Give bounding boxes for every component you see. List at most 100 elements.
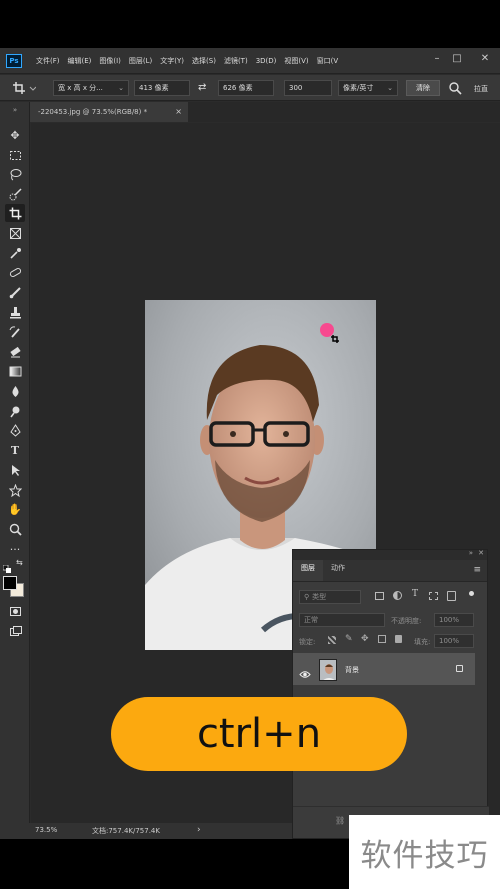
healing-brush-tool-icon[interactable] [5,263,25,281]
straighten-icon[interactable] [448,81,462,97]
menu-file[interactable]: 文件(F) [32,56,64,66]
filter-toggle-icon[interactable] [469,591,474,596]
hand-tool-icon[interactable]: ✋ [5,500,25,518]
eyedropper-tool-icon[interactable] [5,244,25,262]
tab-layers[interactable]: 图层 [293,559,323,581]
menu-layer[interactable]: 图层(L) [125,56,156,66]
document-tab-bar: -220453.jpg @ 73.5%(RGB/8) * × [30,102,500,122]
lock-artboard-icon[interactable] [378,635,386,643]
link-layers-icon[interactable]: ⛓ [335,816,345,825]
resolution-input[interactable]: 300 [284,80,332,96]
crop-tool-preset-icon[interactable] [12,81,37,95]
layer-name[interactable]: 背景 [345,665,359,675]
ratio-select-value: 宽 x 高 x 分... [58,84,103,92]
default-colors-icon[interactable] [2,558,11,573]
menu-edit[interactable]: 编辑(E) [64,56,96,66]
move-tool-icon[interactable]: ✥ [5,126,25,144]
collapse-panel-icon[interactable]: » [469,549,473,557]
chevron-down-icon: ⌄ [387,84,393,92]
minimize-icon[interactable]: – [428,52,446,66]
eraser-tool-icon[interactable] [5,342,25,360]
path-selection-tool-icon[interactable] [5,461,25,479]
layer-thumbnail [319,659,337,681]
watermark: 软件技巧 [349,815,500,889]
visibility-eye-icon[interactable] [299,664,311,683]
crop-cursor-icon [319,322,341,344]
document-tab[interactable]: -220453.jpg @ 73.5%(RGB/8) * × [30,102,188,122]
options-bar: 宽 x 高 x 分... ⌄ 413 像素 ⇄ 626 像素 300 像素/英寸… [0,75,500,101]
menu-filter[interactable]: 滤镜(T) [220,56,252,66]
close-tab-icon[interactable]: × [175,107,182,116]
swap-colors-icon[interactable]: ⇆ [16,558,23,567]
maximize-icon[interactable]: □ [448,52,466,66]
swap-dimensions-icon[interactable]: ⇄ [198,82,206,93]
filter-pixel-icon[interactable] [375,592,384,600]
photoshop-logo: Ps [6,53,22,68]
collapse-toolbar-icon[interactable]: » [5,106,25,114]
layer-filter-search[interactable]: ⚲ 类型 [299,590,361,604]
lock-label: 锁定: [299,638,316,646]
menu-3d[interactable]: 3D(D) [252,57,281,65]
blend-mode-value: 正常 [304,616,318,624]
frame-tool-icon[interactable] [5,224,25,242]
menu-view[interactable]: 视图(V) [280,56,312,66]
fill-label: 填充: [414,638,431,646]
chevron-down-icon: ⌄ [118,84,124,92]
pen-tool-icon[interactable] [5,421,25,439]
lock-image-icon[interactable]: ✎ [345,634,353,644]
ratio-select[interactable]: 宽 x 高 x 分... ⌄ [53,80,129,96]
panel-menu-icon[interactable]: ≡ [473,565,481,575]
filter-shape-icon[interactable] [429,592,438,600]
more-tools-icon[interactable]: ··· [5,540,25,558]
menu-type[interactable]: 文字(Y) [156,56,188,66]
close-window-icon[interactable]: ✕ [476,52,494,66]
lasso-tool-icon[interactable] [5,165,25,183]
blur-tool-icon[interactable] [5,382,25,400]
layer-filter-placeholder: 类型 [312,593,327,601]
fill-input[interactable]: 100% [434,634,474,648]
quick-mask-icon[interactable] [5,602,25,620]
marquee-tool-icon[interactable] [5,146,25,164]
lock-transparent-icon[interactable] [328,636,336,644]
menu-select[interactable]: 选择(S) [188,56,220,66]
shortcut-caption: ctrl+n [111,697,407,771]
menu-window[interactable]: 窗口(V [313,56,343,66]
layer-lock-icon [456,665,463,672]
layers-panel-header: » ✕ [293,549,487,560]
stamp-tool-icon[interactable] [5,303,25,321]
brush-tool-icon[interactable] [5,283,25,301]
layers-panel-tabs: 图层 动作 ≡ [293,559,487,582]
opacity-label: 不透明度: [391,617,422,625]
resolution-unit-select[interactable]: 像素/英寸 ⌄ [338,80,398,96]
crop-tool-icon[interactable] [5,204,25,222]
zoom-tool-icon[interactable] [5,520,25,538]
lock-position-icon[interactable]: ✥ [361,634,369,644]
history-brush-tool-icon[interactable] [5,323,25,341]
zoom-level[interactable]: 73.5% [35,826,57,834]
filter-type-icon[interactable]: T [412,589,418,599]
lock-all-icon[interactable] [395,635,402,643]
tab-actions[interactable]: 动作 [323,559,353,581]
gradient-tool-icon[interactable] [5,362,25,380]
document-tab-title: -220453.jpg @ 73.5%(RGB/8) * [38,108,148,116]
straighten-label[interactable]: 拉直 [474,84,488,94]
clear-button[interactable]: 清除 [406,80,440,96]
blend-mode-select[interactable]: 正常 [299,613,385,627]
foreground-color-swatch[interactable] [3,576,17,590]
quick-select-tool-icon[interactable] [5,185,25,203]
unit-select-value: 像素/英寸 [343,84,374,92]
screen-mode-icon[interactable] [5,622,25,640]
type-tool-icon[interactable]: T [5,441,25,459]
menu-bar: Ps 文件(F) 编辑(E) 图像(I) 图层(L) 文字(Y) 选择(S) 滤… [0,48,500,74]
custom-shape-tool-icon[interactable] [5,481,25,499]
filter-smart-object-icon[interactable] [447,591,456,601]
filter-adjustment-icon[interactable] [393,591,402,600]
crop-height-input[interactable]: 626 像素 [218,80,274,96]
status-menu-arrow[interactable]: › [197,825,201,835]
close-panel-icon[interactable]: ✕ [478,549,484,557]
crop-width-input[interactable]: 413 像素 [134,80,190,96]
opacity-input[interactable]: 100% [434,613,474,627]
dodge-tool-icon[interactable] [5,402,25,420]
menu-image[interactable]: 图像(I) [95,56,125,66]
layer-row-background[interactable]: 背景 [293,653,475,685]
